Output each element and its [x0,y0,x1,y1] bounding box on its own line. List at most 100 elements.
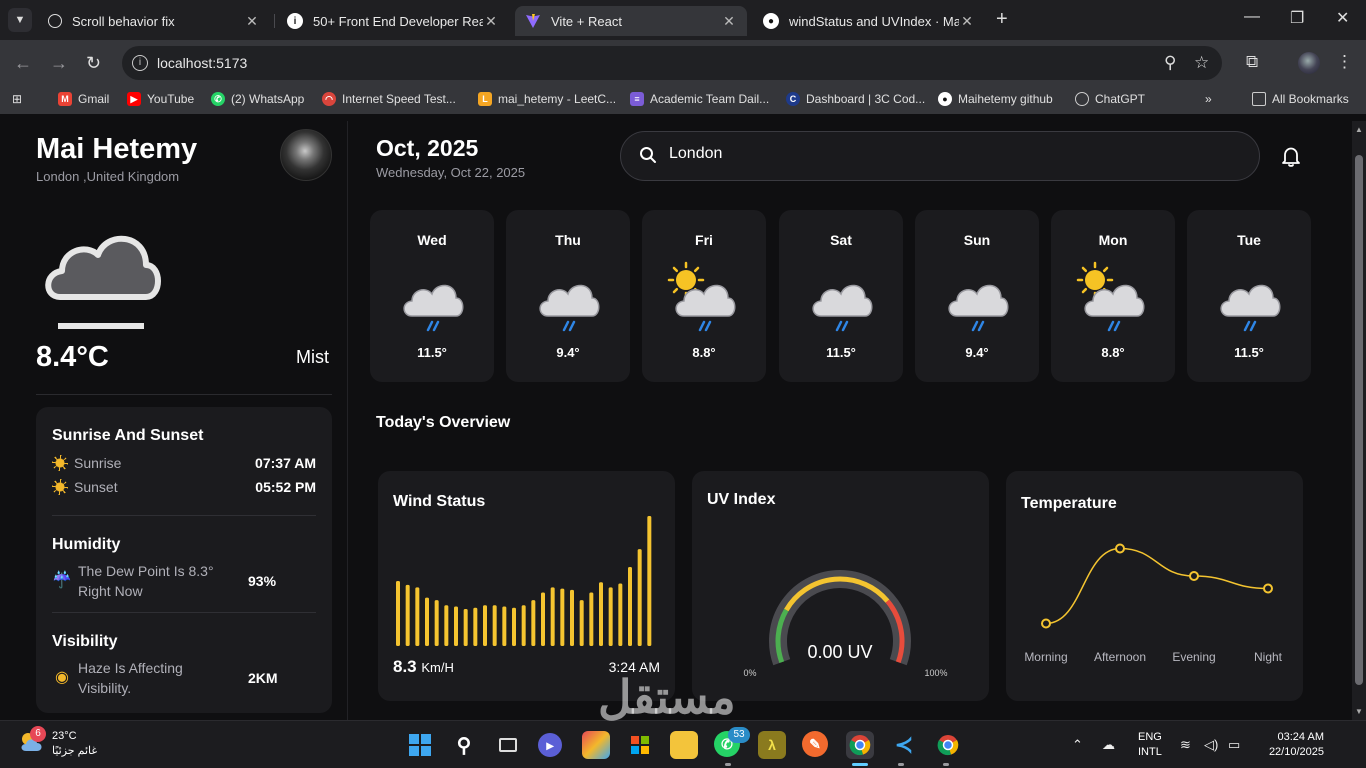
volume-icon[interactable]: ◁) [1204,737,1218,753]
file-explorer-icon[interactable] [670,731,698,759]
copilot-icon[interactable] [582,731,610,759]
site-info-icon[interactable]: i [132,55,148,71]
lambda-app-icon[interactable]: λ [758,731,786,759]
info-icon: i [287,13,303,29]
chrome-icon-active[interactable] [846,731,874,759]
scroll-up-icon[interactable]: ▲ [1355,125,1363,134]
apps-icon[interactable]: ⊞ [12,92,22,106]
browser-toolbar: ← → ↻ i localhost:5173 ⚲ ☆ ⧉ ⋮ [0,40,1366,86]
current-condition: Mist [296,347,329,367]
forward-button[interactable]: → [50,53,68,73]
cloud-icon[interactable]: ☁ [1102,737,1115,753]
chrome-icon[interactable] [934,731,962,759]
rain-drop [1243,320,1251,332]
forecast-day: Sun [963,232,991,248]
wind-bar [550,587,555,646]
location-icon[interactable]: ⚲ [1164,53,1176,73]
minimize-button[interactable]: — [1244,8,1260,26]
bookmark-label: Gmail [78,92,110,106]
page-scrollbar[interactable]: ▲ ▼ [1352,121,1366,720]
close-icon[interactable]: ✕ [721,13,737,30]
taskbar-clock[interactable]: 03:24 AM 22/10/2025 [1258,730,1324,760]
bookmarks-overflow-icon[interactable]: » [1205,92,1212,106]
postman-icon[interactable]: ✎ [802,731,828,757]
bookmark-star-icon[interactable]: ☆ [1194,53,1209,73]
forecast-card[interactable]: Thu 9.4° [506,210,630,382]
close-window-button[interactable]: ✕ [1336,8,1349,28]
bookmark-gmail[interactable]: M Gmail [58,92,109,106]
menu-icon[interactable]: ⋮ [1336,52,1353,72]
search-icon[interactable]: ⚲ [450,731,478,759]
search-input[interactable] [669,145,1229,163]
wind-bar [405,584,410,646]
bookmark-youtube[interactable]: ▶ YouTube [127,92,194,106]
taskbar-weather[interactable]: 6 23°C غائم جزئيًا [18,726,97,759]
bookmark-dashboard[interactable]: C Dashboard | 3C Cod... [786,92,925,106]
windows-start-icon[interactable] [406,731,434,759]
battery-icon[interactable]: ▭ [1228,737,1240,753]
meet-icon[interactable]: ▸ [538,733,562,757]
task-view-icon[interactable] [494,731,522,759]
bookmark-chatgpt[interactable]: ChatGPT [1075,92,1145,106]
temperature-tick-label: Night [1254,650,1283,664]
browser-tab-active[interactable]: Vite + React ✕ [515,6,747,36]
sun-ray [1081,266,1088,273]
forecast-card[interactable]: Wed 11.5° [370,210,494,382]
forecast-card[interactable]: Sat 11.5° [779,210,903,382]
vscode-icon[interactable]: ≺ [890,731,918,759]
tab-search-button[interactable]: ▼ [8,8,32,32]
tab-title: windStatus and UVIndex · Maihe [789,13,959,29]
wind-bar [434,600,439,646]
rain-drop [1249,320,1257,332]
browser-tab[interactable]: ● windStatus and UVIndex · Maihe ✕ [753,6,985,36]
url-text: localhost:5173 [157,55,248,71]
bookmark-speedtest[interactable]: ◠ Internet Speed Test... [322,92,456,106]
scroll-thumb[interactable] [1355,155,1363,685]
new-tab-button[interactable]: + [996,9,1008,29]
mist-cloud-icon [45,235,161,329]
search-bar[interactable] [620,131,1260,181]
forecast-temp: 8.8° [1101,345,1125,360]
scroll-down-icon[interactable]: ▼ [1355,707,1363,716]
extensions-icon[interactable]: ⧉ [1246,52,1258,72]
bookmark-academic[interactable]: ≡ Academic Team Dail... [630,92,769,106]
forecast-card[interactable]: Mon 8.8° [1051,210,1175,382]
language-code: ENG [1138,731,1162,743]
avatar[interactable] [280,129,332,181]
sunrise-row: Sunrise 07:37 AM [52,455,316,471]
search-icon [640,147,656,163]
close-icon[interactable]: ✕ [244,13,260,30]
profile-avatar[interactable] [1298,52,1320,74]
reload-button[interactable]: ↻ [86,53,101,73]
browser-tab[interactable]: i 50+ Front End Developer React ✕ [277,6,509,36]
language-indicator[interactable]: ENG INTL [1138,730,1162,760]
forecast-temp: 9.4° [556,345,580,360]
chevron-up-icon[interactable]: ⌃ [1072,737,1083,753]
address-bar[interactable]: i localhost:5173 ⚲ ☆ [122,46,1222,80]
humidity-title: Humidity [52,536,121,553]
forecast-card[interactable]: Sun 9.4° [915,210,1039,382]
wind-speed-unit: Km/H [421,660,454,675]
cloud-rain-icon [937,258,1017,343]
github-icon: ● [763,13,779,29]
forecast-card[interactable]: Fri 8.8° [642,210,766,382]
bookmark-leetcode[interactable]: L mai_hetemy - LeetC... [478,92,616,106]
store-icon[interactable] [626,731,654,759]
forecast-card[interactable]: Tue 11.5° [1187,210,1311,382]
cloud-rain-icon [801,258,881,343]
forecast-temp: 11.5° [1234,345,1264,360]
bell-icon[interactable] [1280,145,1302,167]
uv-max-label: 100% [924,668,947,678]
all-bookmarks[interactable]: All Bookmarks [1252,92,1349,106]
bookmark-github[interactable]: ● Maihetemy github [938,92,1053,106]
bookmark-whatsapp[interactable]: ✆ (2) WhatsApp [211,92,304,106]
humidity-line: The Dew Point Is 8.3° [78,563,214,579]
close-icon[interactable]: ✕ [483,13,499,30]
back-button[interactable]: ← [14,53,32,73]
restore-button[interactable]: ❐ [1290,8,1304,28]
browser-tab[interactable]: Scroll behavior fix ✕ [38,6,270,36]
close-icon[interactable]: ✕ [959,13,975,30]
browser-tab-bar: ▼ Scroll behavior fix ✕ i 50+ Front End … [0,0,1366,40]
wind-bar [618,583,623,646]
wifi-icon[interactable]: ≋ [1180,737,1191,753]
